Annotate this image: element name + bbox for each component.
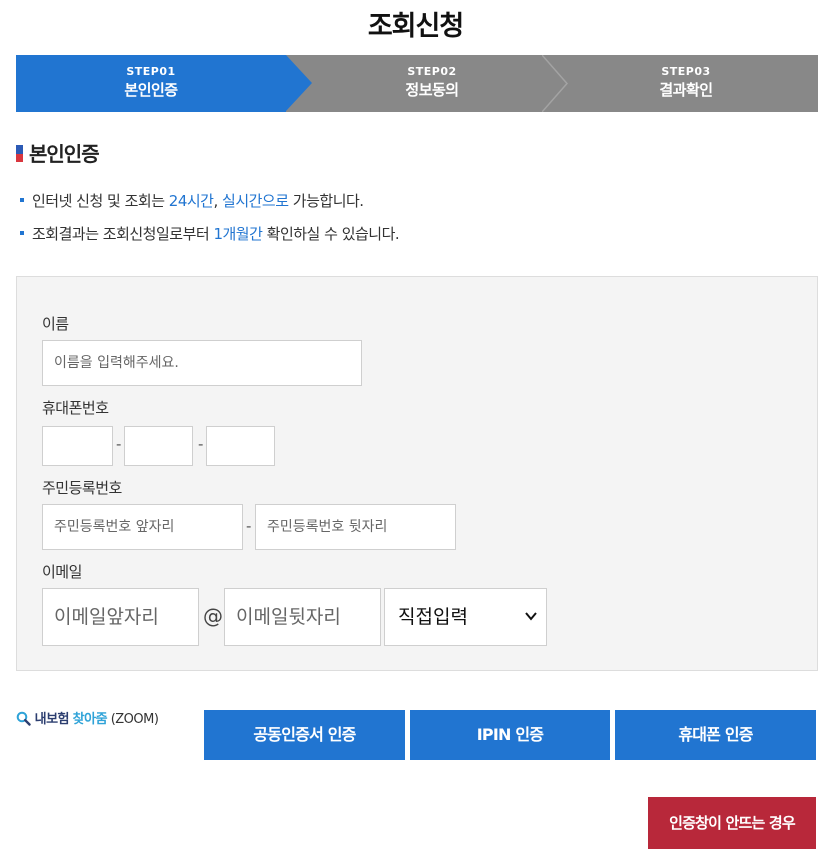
auth-help-button[interactable]: 인증창이 안뜨는 경우	[648, 797, 816, 849]
section-mark-icon	[16, 145, 23, 162]
rrn-front-input[interactable]	[42, 504, 243, 550]
cert-auth-button[interactable]: 공동인증서 인증	[204, 710, 405, 760]
email-domain-select[interactable]: 직접입력	[384, 588, 547, 646]
step-1-arrow	[286, 55, 312, 111]
phone-auth-button[interactable]: 휴대폰 인증	[615, 710, 816, 760]
bullet-icon	[20, 231, 24, 235]
zoom-label-suffix: (ZOOM)	[110, 712, 159, 727]
step-3-number: STEP03	[661, 65, 711, 78]
notice-item-1: 인터넷 신청 및 조회는 24시간, 실시간으로 가능합니다.	[20, 190, 364, 211]
ipin-auth-button[interactable]: IPIN 인증	[410, 710, 610, 760]
page-title: 조회신청	[367, 11, 464, 42]
search-icon	[16, 711, 31, 726]
phone-separator: -	[116, 435, 122, 453]
step-3: STEP03 결과확인	[568, 55, 804, 112]
step-2-name: 정보동의	[405, 81, 459, 99]
bullet-icon	[20, 198, 24, 202]
name-input[interactable]	[42, 340, 362, 386]
email-front-input[interactable]	[42, 588, 199, 646]
step-3-name: 결과확인	[659, 81, 713, 99]
rrn-separator: -	[246, 517, 252, 535]
name-label: 이름	[42, 315, 69, 333]
rrn-back-input[interactable]	[255, 504, 456, 550]
phone-input-3[interactable]	[206, 426, 275, 466]
section-title-text: 본인인증	[29, 142, 100, 166]
step-2: STEP02 정보동의	[312, 55, 552, 112]
rrn-label: 주민등록번호	[42, 479, 122, 497]
phone-input-1[interactable]	[42, 426, 113, 466]
step-1-number: STEP01	[126, 65, 176, 78]
step-progress: STEP01 본인인증 STEP02 정보동의 STEP03 결과확인	[16, 55, 818, 112]
phone-separator: -	[198, 435, 204, 453]
email-back-input[interactable]	[224, 588, 381, 646]
phone-label: 휴대폰번호	[42, 399, 109, 417]
zoom-label-find: 찾아줌	[72, 712, 108, 727]
phone-input-2[interactable]	[124, 426, 193, 466]
section-title: 본인인증	[16, 138, 100, 167]
step-2-number: STEP02	[407, 65, 457, 78]
zoom-link[interactable]: 내보험 찾아줌 (ZOOM)	[16, 708, 159, 727]
email-at-sign: @	[203, 604, 223, 628]
email-label: 이메일	[42, 563, 82, 581]
notice-item-2: 조회결과는 조회신청일로부터 1개월간 확인하실 수 있습니다.	[20, 223, 400, 244]
auth-form: 이름 휴대폰번호 - - 주민등록번호 - 이메일 @ 직접입력	[16, 276, 818, 671]
zoom-label-insurance: 내보험	[34, 712, 70, 727]
step-1-name: 본인인증	[124, 81, 178, 99]
step-1: STEP01 본인인증	[16, 55, 286, 112]
chevron-down-icon	[525, 612, 537, 621]
email-domain-value: 직접입력	[398, 606, 468, 628]
